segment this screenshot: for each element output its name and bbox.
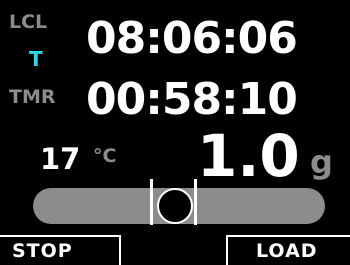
- slip-ball: [157, 188, 193, 224]
- timer-label: TMR: [9, 86, 56, 108]
- slip-indicator-left-line: [150, 179, 153, 225]
- stop-button[interactable]: STOP: [0, 235, 121, 265]
- g-load-unit: g: [310, 143, 333, 181]
- load-button[interactable]: LOAD: [226, 235, 350, 265]
- stop-button-label: STOP: [12, 240, 73, 262]
- temperature-value: 17: [40, 142, 81, 176]
- slip-indicator-right-line: [194, 179, 197, 225]
- time-mode-indicator: T: [29, 47, 43, 71]
- local-time-label: LCL: [9, 11, 48, 33]
- temperature-unit: °C: [93, 145, 117, 167]
- g-load-value: 1.0: [197, 122, 300, 190]
- timer-value: 00:58:10: [86, 74, 298, 125]
- load-button-label: LOAD: [256, 240, 318, 262]
- local-time-value: 08:06:06: [86, 13, 298, 64]
- instrument-screen: LCL T TMR 08:06:06 00:58:10 17 °C 1.0 g …: [0, 0, 350, 265]
